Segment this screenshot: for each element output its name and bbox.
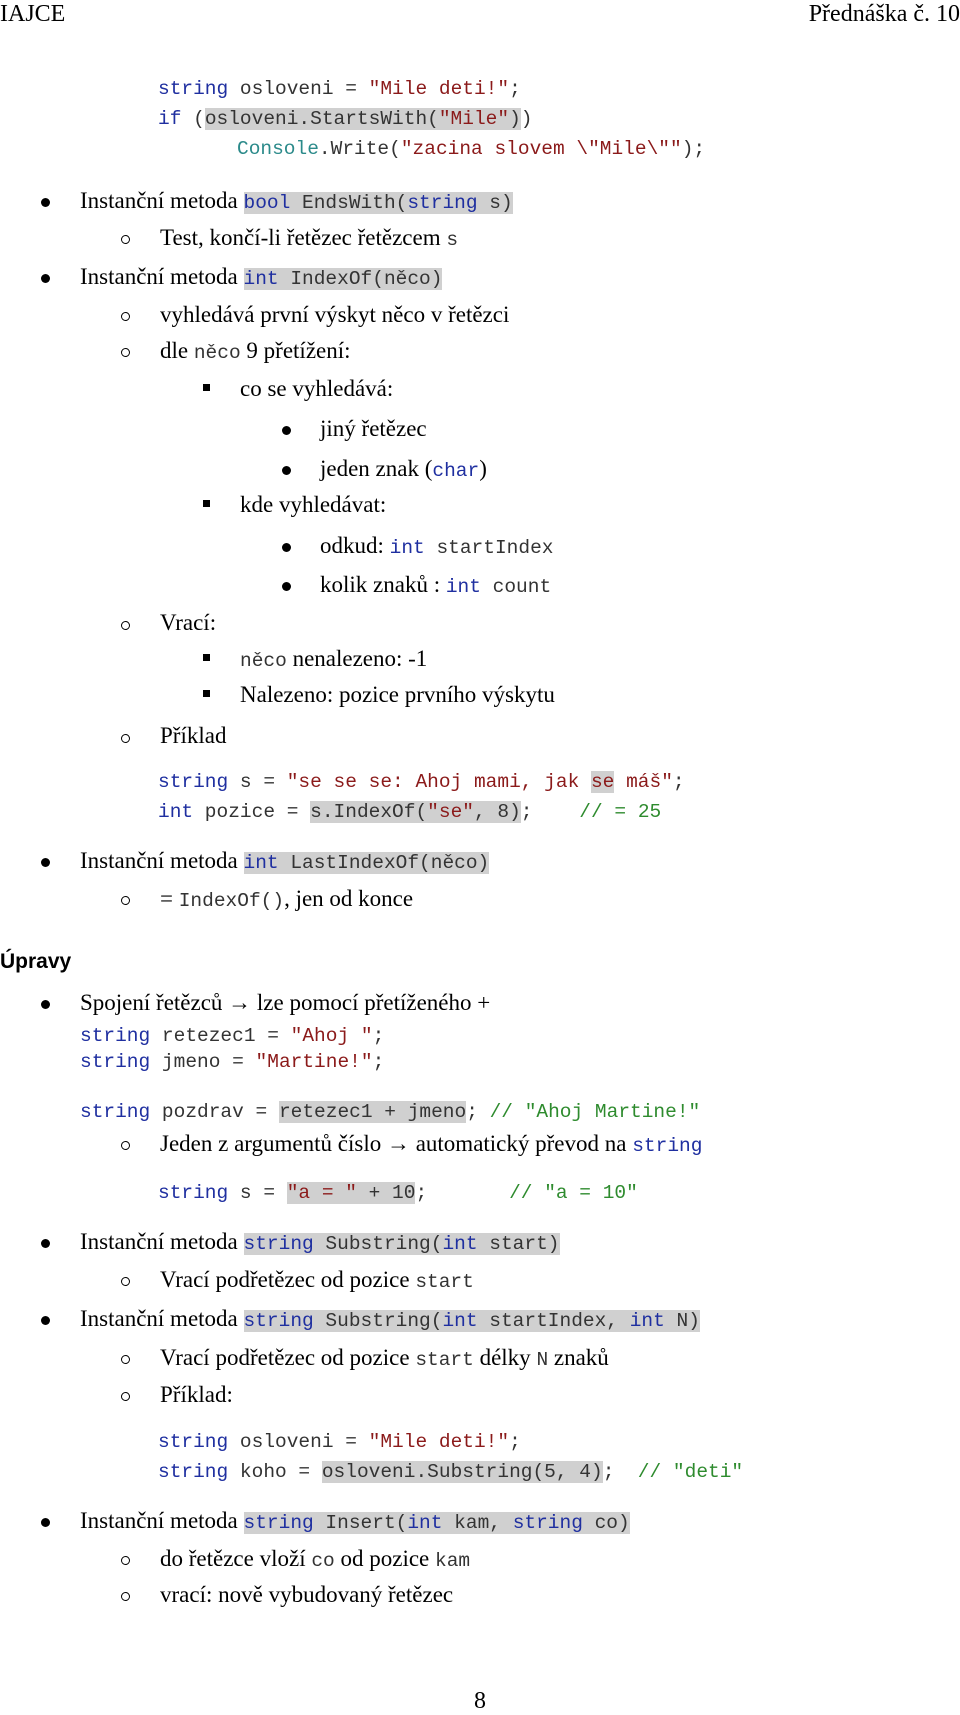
- code-line: int pozice = s.IndexOf("se", 8); // = 25: [158, 801, 662, 823]
- list-item: jeden znak (char): [320, 456, 487, 482]
- list-item: něco nenalezeno: -1: [240, 646, 428, 672]
- bullet-icon: [41, 858, 50, 867]
- list-item: Jeden z argumentů číslo → automatický př…: [160, 1131, 703, 1157]
- bullet-icon: [282, 582, 291, 591]
- list-item: co se vyhledává:: [240, 376, 394, 401]
- list-item: Nalezeno: pozice prvního výskytu: [240, 682, 555, 707]
- list-item: Instanční metoda bool EndsWith(string s): [80, 188, 513, 214]
- circle-bullet-icon: [121, 1556, 130, 1565]
- list-item: Instanční metoda string Substring(int st…: [80, 1306, 700, 1332]
- list-item: dle něco 9 přetížení:: [160, 338, 351, 364]
- list-item: = IndexOf(), jen od konce: [160, 886, 414, 912]
- circle-bullet-icon: [121, 1277, 130, 1286]
- code-line: string osloveni = "Mile deti!";: [158, 1431, 521, 1453]
- bullet-icon: [41, 274, 50, 283]
- page-number: 8: [474, 1688, 486, 1714]
- code-line: string koho = osloveni.Substring(5, 4); …: [158, 1461, 744, 1483]
- list-item: Spojení řetězců → lze pomocí přetíženého…: [80, 990, 491, 1015]
- code-line: string pozdrav = retezec1 + jmeno; // "A…: [80, 1101, 701, 1123]
- square-bullet-icon: [203, 500, 210, 507]
- list-item: vrací: nově vybudovaný řetězec: [160, 1582, 454, 1607]
- circle-bullet-icon: [121, 621, 130, 630]
- bullet-icon: [282, 466, 291, 475]
- list-item: Vrací:: [160, 610, 217, 635]
- list-item: jiný řetězec: [320, 416, 427, 441]
- list-item: Instanční metoda int LastIndexOf(něco): [80, 848, 490, 874]
- code-line: string jmeno = "Martine!";: [80, 1051, 385, 1073]
- code-line: Console.Write("zacina slovem \"Mile\"");: [237, 138, 706, 160]
- square-bullet-icon: [203, 690, 210, 697]
- code-line: string retezec1 = "Ahoj ";: [80, 1025, 385, 1047]
- list-item: odkud: int startIndex: [320, 533, 554, 559]
- code-line: if (osloveni.StartsWith("Mile")): [158, 108, 533, 130]
- list-item: Instanční metoda int IndexOf(něco): [80, 264, 443, 290]
- list-item: Instanční metoda string Substring(int st…: [80, 1229, 560, 1255]
- list-item: Vrací podřetězec od pozice start: [160, 1267, 474, 1293]
- list-item: kde vyhledávat:: [240, 492, 387, 517]
- circle-bullet-icon: [121, 1592, 130, 1601]
- bullet-icon: [41, 1518, 50, 1527]
- list-item: Vrací podřetězec od pozice start délky N…: [160, 1345, 609, 1371]
- circle-bullet-icon: [121, 1141, 130, 1150]
- circle-bullet-icon: [121, 312, 130, 321]
- bullet-icon: [282, 543, 291, 552]
- circle-bullet-icon: [121, 1355, 130, 1364]
- code-line: string osloveni = "Mile deti!";: [158, 78, 521, 100]
- list-item: Instanční metoda string Insert(int kam, …: [80, 1508, 630, 1534]
- code-line: string s = "se se se: Ahoj mami, jak se …: [158, 771, 685, 793]
- list-item: vyhledává první výskyt něco v řetězci: [160, 302, 510, 327]
- bullet-icon: [41, 1000, 50, 1009]
- circle-bullet-icon: [121, 734, 130, 743]
- list-item: do řetězce vloží co od pozice kam: [160, 1546, 471, 1572]
- list-item: kolik znaků : int count: [320, 572, 552, 598]
- list-item: Příklad:: [160, 1382, 233, 1407]
- circle-bullet-icon: [121, 896, 130, 905]
- square-bullet-icon: [203, 654, 210, 661]
- list-item: Příklad: [160, 723, 227, 748]
- bullet-icon: [41, 1239, 50, 1248]
- code-line: string s = "a = " + 10; // "a = 10": [158, 1182, 638, 1204]
- section-title: Úpravy: [0, 950, 72, 973]
- circle-bullet-icon: [121, 235, 130, 244]
- header-course: IAJCE: [0, 1, 66, 27]
- bullet-icon: [282, 426, 291, 435]
- bullet-icon: [41, 1316, 50, 1325]
- header-lecture: Přednáška č. 10: [808, 1, 960, 27]
- square-bullet-icon: [203, 384, 210, 391]
- circle-bullet-icon: [121, 348, 130, 357]
- circle-bullet-icon: [121, 1392, 130, 1401]
- list-item: Test, končí-li řetězec řetězcem s: [160, 225, 459, 251]
- bullet-icon: [41, 198, 50, 207]
